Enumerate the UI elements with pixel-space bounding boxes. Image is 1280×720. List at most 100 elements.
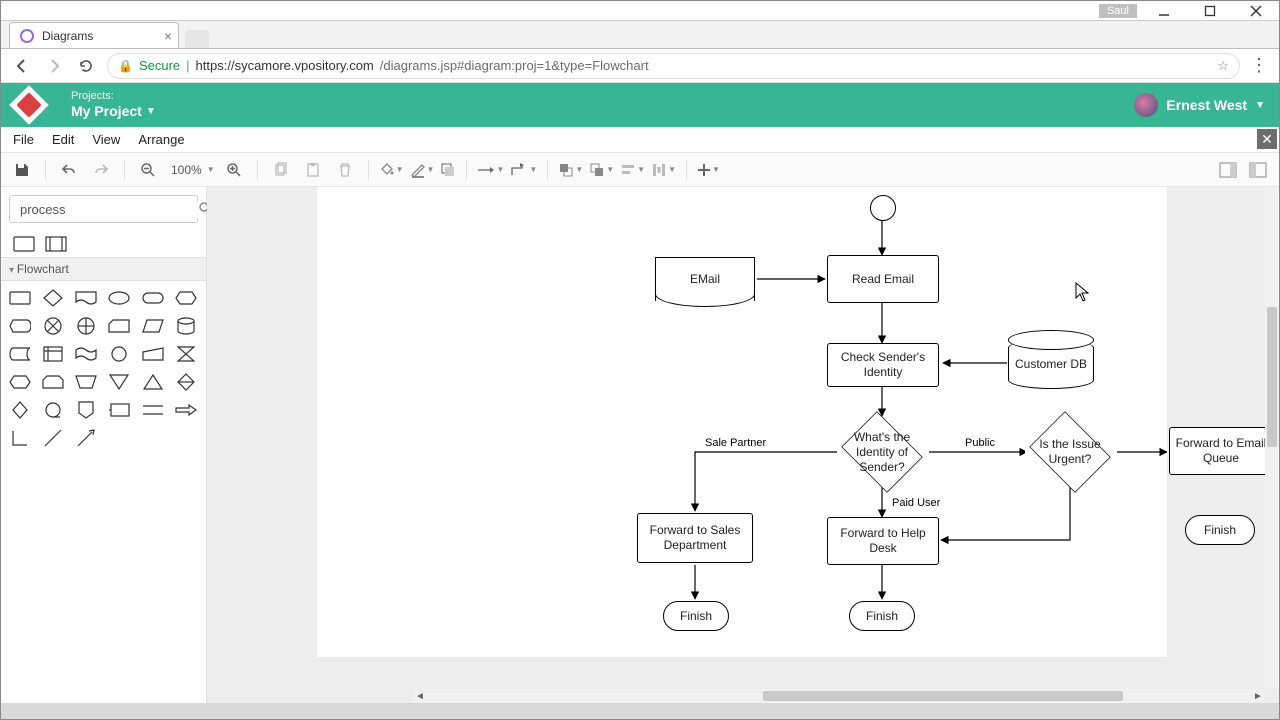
vertical-scrollbar[interactable] <box>1265 187 1279 689</box>
shape-offpage[interactable] <box>75 401 97 419</box>
bookmark-star-icon[interactable]: ☆ <box>1217 58 1229 74</box>
shape-stored-data[interactable] <box>9 345 31 363</box>
zoom-selector[interactable]: 100%▼ <box>167 163 215 177</box>
reload-button[interactable] <box>75 55 97 77</box>
shape-rectangle[interactable] <box>9 289 31 307</box>
align-button[interactable]: ▼ <box>620 162 645 178</box>
shape-predefined-process[interactable] <box>45 235 67 253</box>
shape-angle[interactable] <box>9 429 31 447</box>
node-identity-decision[interactable]: What's the Identity of Sender? <box>837 417 927 487</box>
shape-line[interactable] <box>42 429 64 447</box>
url-path: /diagrams.jsp#diagram:proj=1&type=Flowch… <box>380 58 649 73</box>
shape-arrow[interactable] <box>175 401 197 419</box>
sidebar-section-flowchart[interactable]: Flowchart <box>1 257 206 281</box>
connector-style-button[interactable]: ▼ <box>477 164 504 176</box>
project-selector[interactable]: Projects: My Project▼ <box>71 90 156 120</box>
window-minimize-button[interactable] <box>1141 1 1187 21</box>
shape-data[interactable] <box>142 317 164 335</box>
node-forward-sales[interactable]: Forward to Sales Department <box>637 513 753 563</box>
shape-process[interactable] <box>13 235 35 253</box>
shadow-button[interactable] <box>440 162 456 178</box>
shape-line-arrow[interactable] <box>75 429 97 447</box>
scrollbar-thumb[interactable] <box>1267 307 1277 447</box>
delete-button[interactable] <box>332 157 358 183</box>
browser-tab[interactable]: Diagrams × <box>9 22 179 48</box>
menu-edit[interactable]: Edit <box>52 132 74 147</box>
node-finish-2[interactable]: Finish <box>849 601 915 631</box>
node-finish-3[interactable]: Finish <box>1185 515 1255 545</box>
insert-button[interactable]: ▼ <box>697 163 720 177</box>
window-maximize-button[interactable] <box>1187 1 1233 21</box>
node-forward-queue[interactable]: Forward to Email Queue <box>1169 427 1273 475</box>
tab-close-icon[interactable]: × <box>164 29 172 43</box>
shape-extract[interactable] <box>142 373 164 391</box>
node-start[interactable] <box>870 195 896 221</box>
redo-button[interactable] <box>88 157 114 183</box>
node-forward-help[interactable]: Forward to Help Desk <box>827 517 939 565</box>
waypoint-style-button[interactable]: ▼ <box>510 163 537 177</box>
paste-button[interactable] <box>300 157 326 183</box>
node-customer-db[interactable]: Customer DB <box>1008 339 1094 389</box>
scroll-left-icon[interactable]: ◄ <box>413 689 427 703</box>
shape-database[interactable] <box>175 317 197 335</box>
shape-card[interactable] <box>108 317 130 335</box>
shape-display[interactable] <box>9 317 31 335</box>
menu-file[interactable]: File <box>13 132 34 147</box>
shape-diamond[interactable] <box>42 289 64 307</box>
diagram-canvas[interactable]: EMail Read Email Check Sender's Identity… <box>317 187 1167 657</box>
horizontal-scrollbar[interactable]: ◄ ► <box>413 689 1265 703</box>
shape-annotation[interactable] <box>108 401 130 419</box>
node-email-document[interactable]: EMail <box>655 257 755 301</box>
canvas-area[interactable]: EMail Read Email Check Sender's Identity… <box>207 187 1279 703</box>
shape-search[interactable] <box>9 195 198 223</box>
shape-preparation[interactable] <box>9 373 31 391</box>
to-back-button[interactable]: ▼ <box>589 162 614 178</box>
distribute-button[interactable]: ▼ <box>651 162 676 178</box>
save-button[interactable] <box>9 157 35 183</box>
close-panel-button[interactable]: ✕ <box>1257 129 1277 149</box>
new-tab-button[interactable] <box>185 30 209 48</box>
fill-color-button[interactable]: ▼ <box>379 162 404 178</box>
window-close-button[interactable] <box>1233 1 1279 21</box>
user-menu[interactable]: Ernest West ▼ <box>1134 93 1265 117</box>
shape-loop-limit[interactable] <box>42 373 64 391</box>
outline-panel-toggle[interactable] <box>1245 157 1271 183</box>
shape-document[interactable] <box>75 289 97 307</box>
shape-seq-access[interactable] <box>42 401 64 419</box>
node-read-email[interactable]: Read Email <box>827 255 939 303</box>
to-front-button[interactable]: ▼ <box>558 162 583 178</box>
shape-internal-storage[interactable] <box>42 345 64 363</box>
scroll-right-icon[interactable]: ► <box>1251 689 1265 703</box>
node-check-sender[interactable]: Check Sender's Identity <box>827 343 939 387</box>
format-panel-toggle[interactable] <box>1215 157 1241 183</box>
scrollbar-thumb[interactable] <box>763 691 1123 701</box>
copy-button[interactable] <box>268 157 294 183</box>
line-color-button[interactable]: ▼ <box>410 162 435 178</box>
shape-manual-input[interactable] <box>142 345 164 363</box>
shape-or[interactable] <box>75 317 97 335</box>
node-finish-1[interactable]: Finish <box>663 601 729 631</box>
shape-summing[interactable] <box>42 317 64 335</box>
shape-hexagon[interactable] <box>175 289 197 307</box>
menu-arrange[interactable]: Arrange <box>138 132 184 147</box>
browser-menu-button[interactable]: ⋮ <box>1250 55 1269 76</box>
shape-parallel[interactable] <box>142 401 164 419</box>
menu-view[interactable]: View <box>92 132 120 147</box>
shape-search-input[interactable] <box>18 201 198 218</box>
shape-connector[interactable] <box>108 345 130 363</box>
forward-button[interactable] <box>43 55 65 77</box>
shape-ellipse[interactable] <box>108 289 130 307</box>
shape-terminator[interactable] <box>142 289 164 307</box>
shape-sort[interactable] <box>175 373 197 391</box>
shape-manual-op[interactable] <box>75 373 97 391</box>
address-bar[interactable]: 🔒 Secure | https://sycamore.vpository.co… <box>107 53 1240 79</box>
undo-button[interactable] <box>56 157 82 183</box>
back-button[interactable] <box>11 55 33 77</box>
shape-tape[interactable] <box>75 345 97 363</box>
node-urgent-decision[interactable]: Is the Issue Urgent? <box>1025 417 1115 487</box>
shape-sort2[interactable] <box>9 401 31 419</box>
shape-collate[interactable] <box>175 345 197 363</box>
zoom-out-button[interactable] <box>135 157 161 183</box>
shape-merge[interactable] <box>108 373 130 391</box>
zoom-in-button[interactable] <box>221 157 247 183</box>
